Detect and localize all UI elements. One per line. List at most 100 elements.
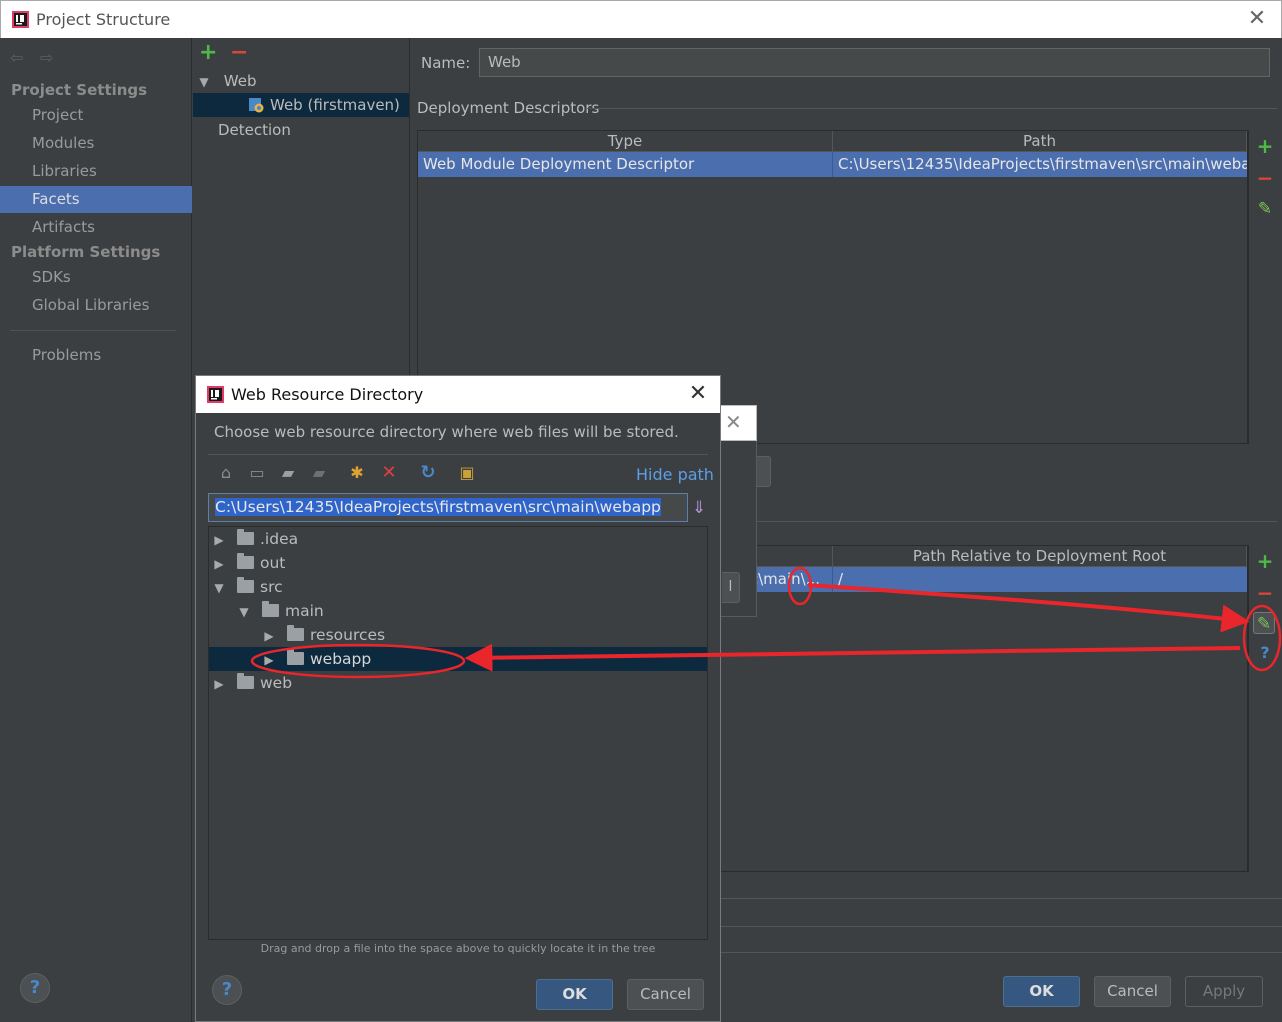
remove-descriptor-icon[interactable]: − (1254, 167, 1276, 189)
collapsed-caret-icon[interactable]: ▶ (209, 672, 229, 696)
tree-row-main[interactable]: ▼ main (234, 599, 707, 623)
forward-arrow-icon[interactable]: ⇨ (40, 48, 53, 67)
dialog-title-bar: Web Resource Directory ✕ (196, 376, 720, 413)
folder-icon (237, 577, 254, 593)
window-title: Project Structure (36, 10, 171, 29)
drag-drop-hint: Drag and drop a file into the space abov… (260, 942, 656, 955)
project-settings-header: Project Settings (11, 81, 148, 99)
hide-path-link[interactable]: Hide path (636, 465, 714, 484)
tree-row-out[interactable]: ▶ out (209, 551, 707, 575)
folder-icon (237, 529, 254, 545)
file-tree[interactable]: ▶ .idea ▶ out ▼ src ▼ main ▶ resources ▶ webap… (208, 526, 708, 940)
sidebar-item-facets[interactable]: Facets (0, 186, 192, 213)
tree-row-label: src (260, 578, 283, 596)
refresh-icon[interactable]: ↻ (417, 462, 439, 484)
settings-sidebar: ⇦ ⇨ Project Settings Project Modules Lib… (0, 38, 192, 1022)
expanded-caret-icon[interactable]: ▼ (234, 600, 254, 624)
tree-row-web[interactable]: ▶ web (209, 671, 707, 695)
show-hidden-icon[interactable]: ▣ (456, 462, 478, 484)
delete-icon[interactable]: ✕ (378, 462, 400, 484)
help-web-root-icon[interactable]: ? (1254, 642, 1276, 664)
web-resource-directory-dialog: Web Resource Directory ✕ Choose web reso… (195, 375, 721, 1022)
facet-web-label: Web (223, 72, 257, 90)
tree-row-idea[interactable]: ▶ .idea (209, 527, 707, 551)
collapsed-caret-icon[interactable]: ▶ (209, 528, 229, 552)
collapsed-caret-icon[interactable]: ▶ (259, 624, 279, 648)
path-history-icon[interactable]: ⇓ (688, 497, 710, 519)
dd-side-toolbar: + − ✎ (1248, 130, 1280, 444)
path-input[interactable]: C:\Users\12435\IdeaProjects\firstmaven\s… (208, 493, 688, 522)
group-divider (721, 926, 1282, 927)
collapsed-caret-icon[interactable]: ▶ (259, 648, 279, 672)
tree-row-label: webapp (310, 650, 372, 668)
column-header-path[interactable]: Path (833, 131, 1247, 152)
deployment-descriptors-title: Deployment Descriptors (417, 99, 600, 117)
apply-button[interactable]: Apply (1185, 976, 1263, 1007)
facet-tree-web-firstmaven[interactable]: Web (firstmaven) (193, 93, 409, 117)
web-facet-icon (249, 98, 264, 113)
project-folder-icon[interactable]: ▰ (277, 462, 299, 484)
folder-icon (237, 553, 254, 569)
desktop-icon[interactable]: ▭ (246, 462, 268, 484)
ok-button[interactable]: OK (1003, 976, 1080, 1007)
remove-web-root-icon[interactable]: − (1254, 582, 1276, 604)
dialog-cancel-button[interactable]: Cancel (627, 979, 704, 1010)
facet-web-firstmaven-label: Web (firstmaven) (270, 96, 400, 114)
tree-row-src[interactable]: ▼ src (209, 575, 707, 599)
background-dialog-close-icon[interactable]: ✕ (725, 410, 742, 434)
add-web-root-icon[interactable]: + (1254, 550, 1276, 572)
sidebar-item-problems[interactable]: Problems (0, 342, 192, 369)
sidebar-item-sdks[interactable]: SDKs (0, 264, 192, 291)
dialog-ok-button[interactable]: OK (536, 979, 613, 1010)
facet-tree-detection[interactable]: Detection (218, 118, 291, 142)
facet-tree-web[interactable]: ▼ Web (193, 69, 409, 93)
tree-row-webapp[interactable]: ▶ webapp (209, 647, 707, 671)
help-icon[interactable]: ? (20, 973, 50, 1003)
sidebar-item-libraries[interactable]: Libraries (0, 158, 192, 185)
back-arrow-icon[interactable]: ⇦ (10, 48, 23, 67)
dd-row-path[interactable]: C:\Users\12435\IdeaProjects\firstmaven\s… (833, 152, 1247, 177)
remove-facet-icon[interactable]: − (230, 40, 248, 65)
facet-name-input[interactable]: Web (479, 48, 1270, 77)
dd-row-type[interactable]: Web Module Deployment Descriptor (418, 152, 833, 177)
platform-settings-header: Platform Settings (11, 243, 161, 261)
path-input-value: C:\Users\12435\IdeaProjects\firstmaven\s… (215, 498, 661, 516)
tree-row-resources[interactable]: ▶ resources (259, 623, 707, 647)
tree-row-label: out (260, 554, 286, 572)
add-facet-icon[interactable]: + (199, 40, 217, 65)
name-label: Name: (421, 54, 471, 72)
expand-caret-icon[interactable]: ▼ (193, 70, 215, 94)
edit-web-root-icon[interactable]: ✎ (1253, 612, 1275, 634)
collapsed-caret-icon[interactable]: ▶ (209, 552, 229, 576)
folder-icon (237, 673, 254, 689)
sidebar-item-modules[interactable]: Modules (0, 130, 192, 157)
module-folder-icon[interactable]: ▰ (308, 462, 330, 484)
window-title-bar: Project Structure ✕ (0, 0, 1282, 38)
dialog-close-icon[interactable]: ✕ (686, 381, 710, 407)
tree-row-label: web (260, 674, 293, 692)
column-header-relative-path[interactable]: Path Relative to Deployment Root (833, 546, 1247, 567)
tree-row-label: resources (310, 626, 386, 644)
wr-row-relative-path[interactable]: / (833, 567, 1247, 592)
intellij-app-icon (12, 11, 29, 28)
cancel-button[interactable]: Cancel (1094, 976, 1171, 1007)
expanded-caret-icon[interactable]: ▼ (209, 576, 229, 600)
folder-icon (287, 649, 304, 665)
new-folder-icon[interactable]: ✱ (346, 462, 368, 484)
edit-descriptor-icon[interactable]: ✎ (1254, 198, 1276, 220)
sidebar-item-artifacts[interactable]: Artifacts (0, 214, 192, 241)
background-dialog-button[interactable]: l (722, 572, 740, 603)
folder-icon (262, 601, 279, 617)
intellij-app-icon (207, 386, 224, 403)
group-divider (741, 521, 1277, 522)
home-icon[interactable]: ⌂ (215, 462, 237, 484)
column-header-type[interactable]: Type (418, 131, 833, 152)
dialog-help-icon[interactable]: ? (212, 975, 242, 1005)
window-close-icon[interactable]: ✕ (1245, 6, 1269, 32)
add-descriptor-icon[interactable]: + (1254, 135, 1276, 157)
wr-side-toolbar: + − ✎ ? (1248, 545, 1280, 872)
dialog-divider (208, 454, 708, 455)
sidebar-item-project[interactable]: Project (0, 102, 192, 129)
sidebar-item-global-libraries[interactable]: Global Libraries (0, 292, 192, 319)
background-dialog-title: ✕ (720, 405, 757, 441)
